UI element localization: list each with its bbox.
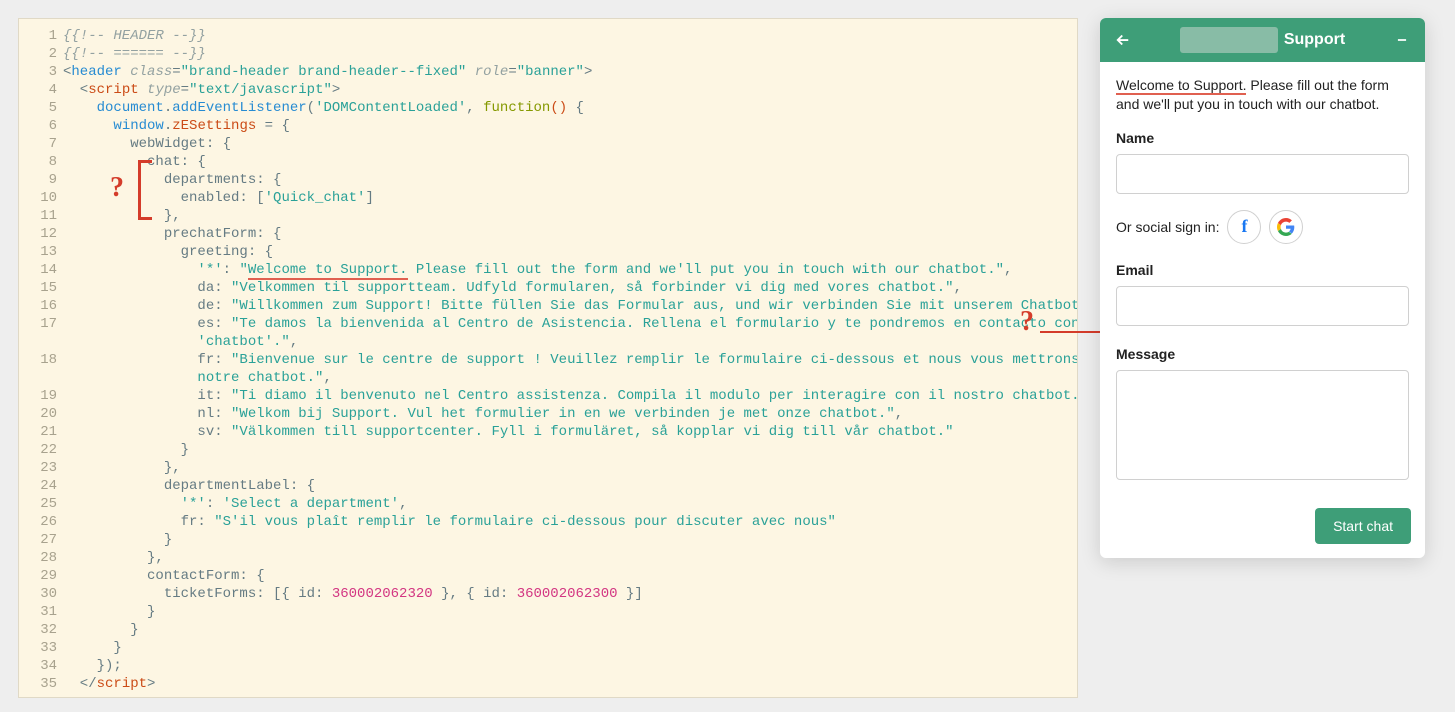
- greeting-highlight: Welcome to Support.: [1116, 77, 1246, 95]
- code-content[interactable]: {{!-- HEADER --}}{{!-- ====== --}}<heade…: [63, 19, 1077, 697]
- widget-body: Welcome to Support. Please fill out the …: [1100, 62, 1425, 498]
- company-avatar: [1180, 27, 1278, 53]
- name-label: Name: [1116, 130, 1409, 146]
- name-input[interactable]: [1116, 154, 1409, 194]
- message-input[interactable]: [1116, 370, 1409, 480]
- widget-header: Support: [1100, 18, 1425, 62]
- social-label: Or social sign in:: [1116, 219, 1219, 235]
- back-button[interactable]: [1110, 27, 1136, 53]
- message-label: Message: [1116, 346, 1409, 362]
- start-chat-button[interactable]: Start chat: [1315, 508, 1411, 544]
- line-number-gutter: 1234567891011121314151617181920212223242…: [19, 19, 63, 697]
- email-label: Email: [1116, 262, 1409, 278]
- chat-widget: Support Welcome to Support. Please fill …: [1100, 18, 1425, 558]
- social-signin-row: Or social sign in: f: [1116, 210, 1409, 244]
- email-input[interactable]: [1116, 286, 1409, 326]
- google-button[interactable]: [1269, 210, 1303, 244]
- facebook-button[interactable]: f: [1227, 210, 1261, 244]
- minimize-button[interactable]: [1389, 27, 1415, 53]
- widget-footer: Start chat: [1100, 498, 1425, 558]
- widget-title: Support: [1284, 31, 1345, 49]
- annotation-bracket: [138, 160, 152, 220]
- widget-greeting: Welcome to Support. Please fill out the …: [1116, 76, 1409, 114]
- code-editor[interactable]: 1234567891011121314151617181920212223242…: [18, 18, 1078, 698]
- annotation-question-2: ?: [1020, 306, 1034, 338]
- annotation-question-1: ?: [110, 172, 124, 204]
